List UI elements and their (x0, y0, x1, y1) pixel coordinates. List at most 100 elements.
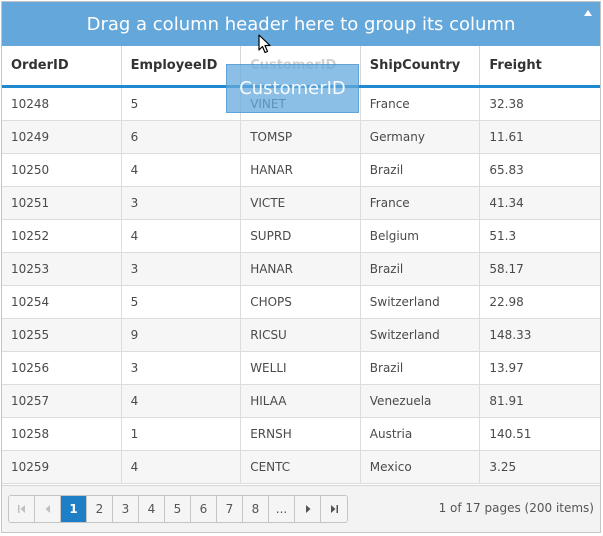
pager-buttons: 1 2 3 4 5 6 7 8 ... (8, 495, 348, 523)
table-row[interactable]: 10256 3 WELLI Brazil 13.97 (2, 352, 600, 385)
page-button-more[interactable]: ... (269, 496, 295, 522)
cell-freight: 140.51 (489, 427, 532, 441)
cell-employeeid: 4 (122, 154, 242, 186)
cell-shipcountry: Switzerland (361, 286, 481, 318)
cell-customerid: ERNSH (241, 418, 361, 450)
triangle-up-icon[interactable] (582, 7, 594, 19)
cell-orderid: 10252 (2, 220, 122, 252)
table-row[interactable]: 10250 4 HANAR Brazil 65.83 (2, 154, 600, 187)
cell-orderid: 10248 (2, 88, 122, 120)
dragged-column-label: CustomerID (239, 78, 346, 99)
cell-shipcountry: France (361, 187, 481, 219)
first-page-icon[interactable] (9, 496, 35, 522)
page-button-7[interactable]: 7 (217, 496, 243, 522)
dragged-column-header-clone: CustomerID (226, 64, 359, 113)
table-row[interactable]: 10257 4 HILAA Venezuela 81.91 (2, 385, 600, 418)
page-button-4[interactable]: 4 (139, 496, 165, 522)
group-drop-area[interactable]: Drag a column header here to group its c… (2, 2, 600, 46)
column-header-employeeid[interactable]: EmployeeID (122, 46, 242, 85)
cell-freight: 58.17 (489, 262, 524, 276)
cell-orderid: 10253 (2, 253, 122, 285)
column-header-label: EmployeeID (130, 58, 218, 73)
cell-employeeid: 9 (122, 319, 242, 351)
cell-employeeid: 5 (122, 88, 242, 120)
cell-customerid: WELLI (241, 352, 361, 384)
cell-customerid: CHOPS (241, 286, 361, 318)
cell-shipcountry: Germany (361, 121, 481, 153)
cell-freight: 51.3 (489, 229, 517, 243)
cell-orderid: 10259 (2, 451, 122, 483)
table-row[interactable]: 10254 5 CHOPS Switzerland 22.98 (2, 286, 600, 319)
cell-freight: 13.97 (489, 361, 524, 375)
cell-freight: 22.98 (489, 295, 524, 309)
mouse-cursor-icon (258, 34, 272, 54)
cell-orderid: 10255 (2, 319, 122, 351)
cell-customerid: HILAA (241, 385, 361, 417)
cell-employeeid: 6 (122, 121, 242, 153)
cell-freight: 41.34 (489, 196, 524, 210)
cell-shipcountry: Switzerland (361, 319, 481, 351)
cell-shipcountry: Venezuela (361, 385, 481, 417)
cell-customerid: VICTE (241, 187, 361, 219)
table-row[interactable]: 10255 9 RICSU Switzerland 148.33 (2, 319, 600, 352)
group-drop-area-text: Drag a column header here to group its c… (86, 13, 516, 35)
cell-freight: 32.38 (489, 97, 524, 111)
page-button-8[interactable]: 8 (243, 496, 269, 522)
cell-orderid: 10256 (2, 352, 122, 384)
cell-shipcountry: Brazil (361, 154, 481, 186)
prev-page-icon[interactable] (35, 496, 61, 522)
column-header-freight[interactable]: Freight (480, 46, 600, 85)
cell-shipcountry: France (361, 88, 481, 120)
cell-employeeid: 3 (122, 253, 242, 285)
cell-freight: 3.25 (489, 460, 517, 474)
page-button-5[interactable]: 5 (165, 496, 191, 522)
column-header-shipcountry[interactable]: ShipCountry (361, 46, 481, 85)
table-row[interactable]: 10249 6 TOMSP Germany 11.61 (2, 121, 600, 154)
cell-freight: 148.33 (489, 328, 532, 342)
cell-employeeid: 4 (122, 451, 242, 483)
page-button-6[interactable]: 6 (191, 496, 217, 522)
page-button-3[interactable]: 3 (113, 496, 139, 522)
pager-info: 1 of 17 pages (200 items) (438, 501, 594, 515)
table-row[interactable]: 10252 4 SUPRD Belgium 51.3 (2, 220, 600, 253)
cell-customerid: CENTC (241, 451, 361, 483)
column-header-orderid[interactable]: OrderID (2, 46, 122, 85)
cell-shipcountry: Austria (361, 418, 481, 450)
table-row[interactable]: 10259 4 CENTC Mexico 3.25 (2, 451, 600, 484)
pager: 1 2 3 4 5 6 7 8 ... 1 of 17 pages (200 i… (2, 485, 600, 532)
column-header-label: OrderID (11, 58, 69, 73)
grid-rows: 10248 5 VINET France 32.38 10249 6 TOMSP… (2, 88, 600, 484)
cell-orderid: 10249 (2, 121, 122, 153)
cell-freight: 81.91 (489, 394, 524, 408)
cell-customerid: SUPRD (241, 220, 361, 252)
cell-customerid: HANAR (241, 154, 361, 186)
cell-customerid: TOMSP (241, 121, 361, 153)
table-row[interactable]: 10251 3 VICTE France 41.34 (2, 187, 600, 220)
cell-customerid: HANAR (241, 253, 361, 285)
cell-shipcountry: Mexico (361, 451, 481, 483)
grid: Drag a column header here to group its c… (1, 1, 601, 533)
table-row[interactable]: 10258 1 ERNSH Austria 140.51 (2, 418, 600, 451)
cell-shipcountry: Belgium (361, 220, 481, 252)
cell-freight: 65.83 (489, 163, 524, 177)
column-header-label: ShipCountry (369, 58, 461, 73)
cell-employeeid: 1 (122, 418, 242, 450)
cell-employeeid: 5 (122, 286, 242, 318)
cell-orderid: 10257 (2, 385, 122, 417)
cell-customerid: RICSU (241, 319, 361, 351)
page-button-2[interactable]: 2 (87, 496, 113, 522)
cell-employeeid: 4 (122, 385, 242, 417)
cell-orderid: 10250 (2, 154, 122, 186)
page-button-1[interactable]: 1 (61, 496, 87, 522)
cell-orderid: 10258 (2, 418, 122, 450)
cell-shipcountry: Brazil (361, 253, 481, 285)
cell-employeeid: 3 (122, 352, 242, 384)
table-row[interactable]: 10253 3 HANAR Brazil 58.17 (2, 253, 600, 286)
cell-employeeid: 3 (122, 187, 242, 219)
cell-employeeid: 4 (122, 220, 242, 252)
last-page-icon[interactable] (321, 496, 347, 522)
cell-shipcountry: Brazil (361, 352, 481, 384)
next-page-icon[interactable] (295, 496, 321, 522)
cell-freight: 11.61 (489, 130, 524, 144)
column-header-label: Freight (489, 58, 542, 73)
